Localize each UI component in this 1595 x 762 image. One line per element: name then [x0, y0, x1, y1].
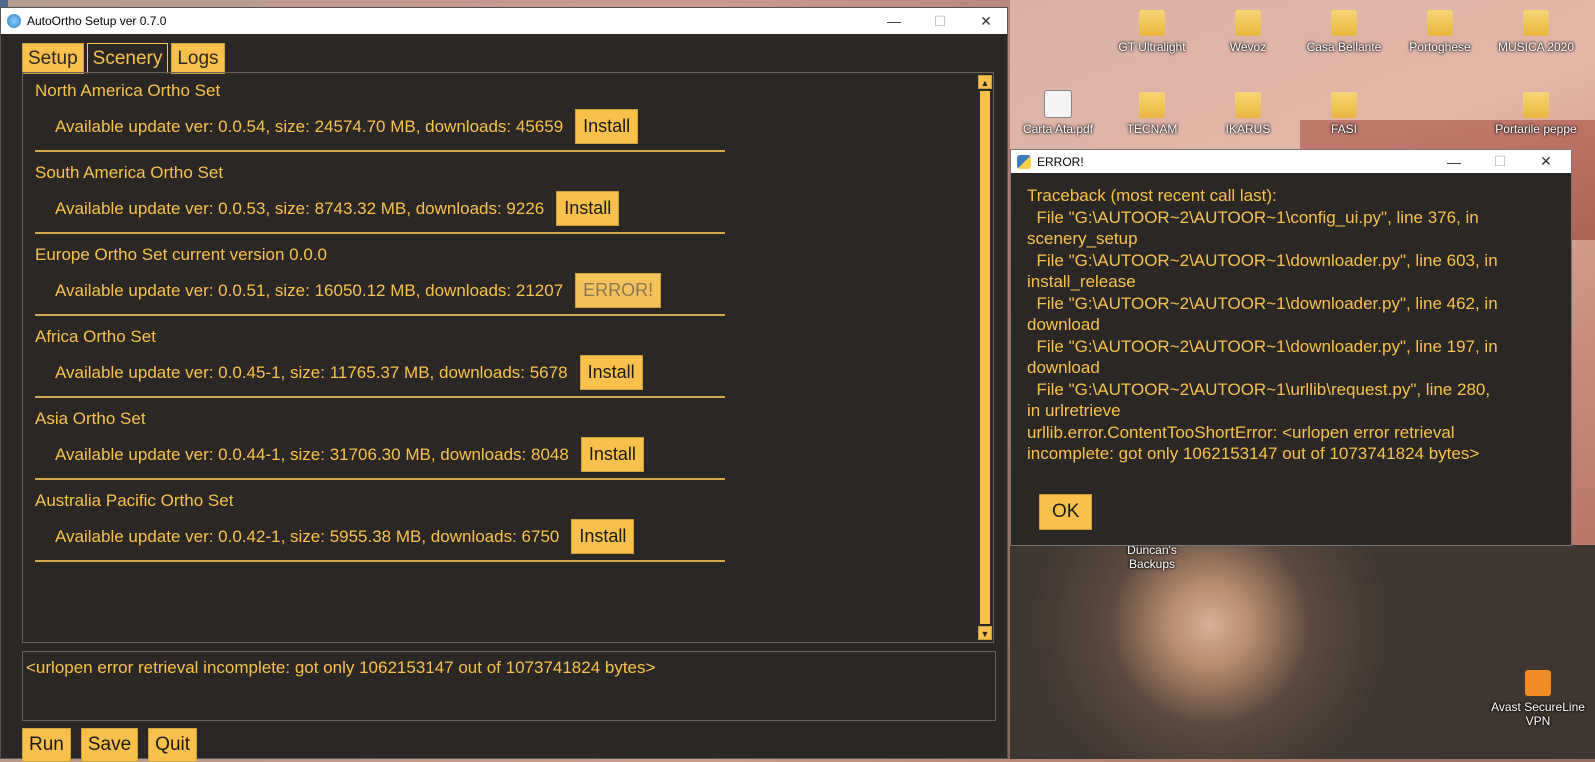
desktop-icon-portarile-peppe[interactable]: Portarile peppe: [1488, 92, 1584, 136]
folder-icon: [1523, 92, 1549, 118]
divider: [35, 560, 725, 562]
desktop-icon-ikarus[interactable]: IKARUS: [1200, 92, 1296, 136]
desktop-icon-label: FASI: [1330, 122, 1357, 136]
folder-icon: [1235, 92, 1261, 118]
scenery-set-australia-pacific: Australia Pacific Ortho Set Available up…: [35, 491, 735, 562]
quit-button[interactable]: Quit: [148, 728, 198, 762]
folder-icon: [1139, 10, 1165, 36]
install-button-australia-pacific[interactable]: Install: [571, 519, 635, 554]
dialog-maximize-button[interactable]: ☐: [1477, 150, 1523, 173]
tab-logs[interactable]: Logs: [171, 43, 225, 74]
scenery-set-title: Australia Pacific Ortho Set: [35, 491, 234, 510]
tab-setup[interactable]: Setup: [22, 43, 84, 74]
scenery-set-asia: Asia Ortho Set Available update ver: 0.0…: [35, 409, 735, 480]
app-icon: [7, 14, 21, 28]
bottom-button-bar: Run Save Quit: [22, 728, 198, 762]
save-button[interactable]: Save: [80, 728, 139, 762]
tab-bar: Setup Scenery Logs: [22, 43, 228, 74]
vertical-scrollbar[interactable]: ▲ ▼: [977, 75, 993, 640]
status-message: <urlopen error retrieval incomplete: got…: [26, 658, 656, 677]
desktop-icon-portoghese[interactable]: Portoghese: [1392, 10, 1488, 54]
desktop-icon-tecnam[interactable]: TECNAM: [1104, 92, 1200, 136]
close-button[interactable]: ✕: [963, 8, 1009, 34]
error-button-europe: ERROR!: [575, 273, 662, 308]
desktop-icon-label: GT Ultralight: [1118, 40, 1186, 54]
scenery-set-europe: Europe Ortho Set current version 0.0.0 A…: [35, 245, 735, 316]
desktop-icon-carta-ata[interactable]: Carta Ata.pdf: [1010, 90, 1106, 136]
install-button-asia[interactable]: Install: [580, 437, 644, 472]
desktop-icon-label: Casa Bellante: [1306, 40, 1382, 54]
scenery-set-info: Available update ver: 0.0.42-1, size: 59…: [55, 526, 560, 546]
run-button[interactable]: Run: [22, 728, 71, 762]
scenery-set-africa: Africa Ortho Set Available update ver: 0…: [35, 327, 735, 398]
install-button-south-america[interactable]: Install: [556, 191, 620, 226]
desktop-icon-label: Wevoz: [1229, 40, 1267, 54]
scenery-set-title: Europe Ortho Set current version 0.0.0: [35, 245, 327, 264]
install-button-africa[interactable]: Install: [579, 355, 643, 390]
scenery-set-title: South America Ortho Set: [35, 163, 224, 182]
autoortho-setup-window: AutoOrtho Setup ver 0.7.0 — ☐ ✕ Setup Sc…: [0, 7, 1008, 762]
scenery-panel: North America Ortho Set Available update…: [22, 72, 994, 643]
folder-icon: [1331, 10, 1357, 36]
scenery-set-info: Available update ver: 0.0.44-1, size: 31…: [55, 444, 569, 464]
tab-scenery[interactable]: Scenery: [86, 43, 169, 74]
desktop-icon-label: Portarile peppe: [1495, 122, 1577, 136]
folder-icon: [1427, 10, 1453, 36]
scenery-set-north-america: North America Ortho Set Available update…: [35, 81, 735, 152]
desktop-icon-duncans-backups[interactable]: Duncan's Backups: [1104, 543, 1200, 571]
window-titlebar[interactable]: AutoOrtho Setup ver 0.7.0 — ☐ ✕: [1, 8, 1007, 34]
window-title: AutoOrtho Setup ver 0.7.0: [27, 14, 167, 28]
desktop-icon-gt-ultralight[interactable]: GT Ultralight: [1104, 10, 1200, 54]
scenery-set-title: Asia Ortho Set: [35, 409, 146, 428]
folder-icon: [1523, 10, 1549, 36]
folder-icon: [1331, 92, 1357, 118]
folder-icon: [1139, 92, 1165, 118]
desktop-icon-label: IKARUS: [1225, 122, 1271, 136]
scenery-set-info: Available update ver: 0.0.53, size: 8743…: [55, 198, 545, 218]
install-button-north-america[interactable]: Install: [575, 109, 639, 144]
desktop-icon-label: Portoghese: [1409, 40, 1471, 54]
scenery-set-info: Available update ver: 0.0.45-1, size: 11…: [55, 362, 568, 382]
folder-icon: [1235, 10, 1261, 36]
scenery-set-info: Available update ver: 0.0.51, size: 1605…: [55, 280, 564, 300]
divider: [35, 478, 725, 480]
desktop-icon-casa-bellante[interactable]: Casa Bellante: [1296, 10, 1392, 54]
python-icon: [1017, 154, 1031, 169]
desktop-icon-musica-2020[interactable]: MUSICA 2020: [1488, 10, 1584, 54]
status-message-box[interactable]: <urlopen error retrieval incomplete: got…: [22, 651, 996, 721]
dialog-title: ERROR!: [1037, 154, 1084, 169]
desktop-icon-label: Duncan's Backups: [1127, 543, 1177, 571]
desktop-icon-label: MUSICA 2020: [1497, 40, 1575, 54]
vpn-shield-icon: [1525, 670, 1551, 696]
pdf-document-icon: [1044, 90, 1072, 118]
desktop-icon-avast-vpn[interactable]: Avast SecureLine VPN: [1490, 670, 1586, 728]
scenery-set-south-america: South America Ortho Set Available update…: [35, 163, 735, 234]
divider: [35, 150, 725, 152]
desktop-icon-wevoz[interactable]: Wevoz: [1200, 10, 1296, 54]
dialog-minimize-button[interactable]: —: [1431, 150, 1477, 173]
dialog-close-button[interactable]: ✕: [1523, 150, 1569, 173]
desktop-icon-fasi[interactable]: FASI: [1296, 92, 1392, 136]
dialog-titlebar[interactable]: ERROR! — ☐ ✕: [1011, 150, 1571, 173]
divider: [35, 314, 725, 316]
scenery-set-title: Africa Ortho Set: [35, 327, 156, 346]
ok-button[interactable]: OK: [1039, 494, 1093, 530]
maximize-button[interactable]: ☐: [917, 8, 963, 34]
desktop-icon-label: Avast SecureLine VPN: [1491, 700, 1585, 728]
traceback-text: Traceback (most recent call last): File …: [1027, 186, 1498, 463]
scroll-up-arrow-icon[interactable]: ▲: [978, 75, 992, 89]
desktop-icon-label: Carta Ata.pdf: [1022, 122, 1094, 136]
desktop-icon-label: TECNAM: [1126, 122, 1178, 136]
scenery-set-info: Available update ver: 0.0.54, size: 2457…: [55, 116, 564, 136]
divider: [35, 396, 725, 398]
scroll-down-arrow-icon[interactable]: ▼: [978, 626, 992, 640]
divider: [35, 232, 725, 234]
scrollbar-thumb[interactable]: [980, 91, 990, 624]
error-dialog: ERROR! — ☐ ✕ Traceback (most recent call…: [1010, 149, 1572, 546]
minimize-button[interactable]: —: [871, 8, 917, 34]
scenery-set-title: North America Ortho Set: [35, 81, 221, 100]
